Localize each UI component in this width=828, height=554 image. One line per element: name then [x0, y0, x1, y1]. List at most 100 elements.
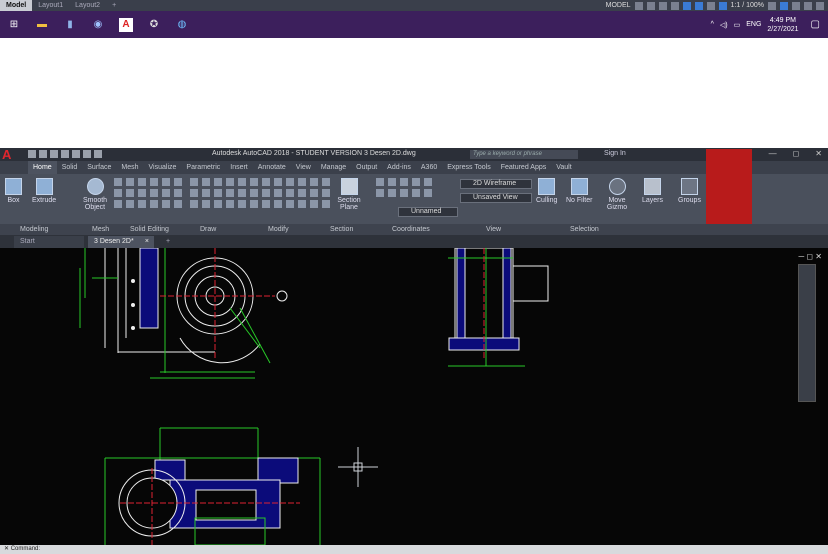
modify-tool-icon[interactable]: [298, 200, 306, 208]
tab-a360[interactable]: A360: [416, 161, 442, 174]
isolate-icon[interactable]: [780, 1, 788, 10]
modify-tool-icon[interactable]: [274, 178, 282, 186]
mesh-tool-icon[interactable]: [162, 189, 170, 197]
ucs-tool-icon[interactable]: [388, 178, 396, 186]
mesh-tool-icon[interactable]: [162, 200, 170, 208]
mesh-tool-icon[interactable]: [126, 200, 134, 208]
draw-tool-icon[interactable]: [190, 178, 198, 186]
tab-add-ins[interactable]: Add-ins: [382, 161, 416, 174]
autocad-logo[interactable]: A: [2, 148, 24, 162]
panel-label-coordinates[interactable]: Coordinates: [392, 224, 430, 235]
clean-screen-icon[interactable]: [804, 1, 812, 10]
add-tab-button[interactable]: +: [160, 236, 176, 248]
drawing-tab-3-desen-2d[interactable]: 3 Desen 2D* ×: [88, 236, 154, 248]
draw-tool-icon[interactable]: [238, 189, 246, 197]
restore-button[interactable]: ◻: [793, 149, 800, 158]
language-indicator[interactable]: ENG: [746, 21, 761, 28]
redo-icon[interactable]: [94, 150, 102, 158]
tab-home[interactable]: Home: [28, 161, 57, 174]
search-input[interactable]: Type a keyword or phrase: [470, 150, 578, 159]
layers-button[interactable]: Layers: [642, 178, 663, 204]
save-icon[interactable]: [50, 150, 58, 158]
grid-icon[interactable]: [634, 1, 643, 10]
browser-icon[interactable]: ◉: [91, 18, 105, 32]
ucs-tool-icon[interactable]: [412, 189, 420, 197]
draw-tool-icon[interactable]: [250, 189, 258, 197]
annotation-scale[interactable]: 1:1 / 100%: [731, 2, 764, 9]
mesh-tool-icon[interactable]: [138, 189, 146, 197]
tab-featured-apps[interactable]: Featured Apps: [496, 161, 552, 174]
autocad-icon[interactable]: A: [119, 17, 133, 32]
draw-tool-icon[interactable]: [226, 200, 234, 208]
lineweight-icon[interactable]: [706, 1, 715, 10]
modify-tool-icon[interactable]: [286, 178, 294, 186]
notepad-icon[interactable]: ▮: [63, 18, 77, 32]
section-plane-button[interactable]: Section Plane: [336, 178, 362, 211]
draw-tool-icon[interactable]: [214, 178, 222, 186]
draw-tool-icon[interactable]: [202, 178, 210, 186]
ucs-tool-icon[interactable]: [388, 189, 396, 197]
modify-tool-icon[interactable]: [322, 189, 330, 197]
layout-tab-model[interactable]: Model: [0, 0, 33, 11]
mesh-tool-icon[interactable]: [174, 178, 182, 186]
close-button[interactable]: ✕: [815, 149, 822, 158]
box-button[interactable]: Box: [5, 178, 22, 204]
snap-icon[interactable]: [646, 1, 655, 10]
add-layout-button[interactable]: +: [106, 0, 122, 11]
start-tab[interactable]: Start: [14, 236, 84, 248]
draw-tool-icon[interactable]: [214, 189, 222, 197]
extrude-button[interactable]: Extrude: [32, 178, 56, 204]
ucs-tool-icon[interactable]: [424, 178, 432, 186]
tab-surface[interactable]: Surface: [82, 161, 116, 174]
mesh-tool-icon[interactable]: [114, 178, 122, 186]
panel-label-modeling[interactable]: Modeling: [20, 224, 48, 235]
annotation-icon[interactable]: [718, 1, 727, 10]
modify-tool-icon[interactable]: [310, 189, 318, 197]
model-space-label[interactable]: MODEL: [606, 2, 631, 9]
tab-parametric[interactable]: Parametric: [181, 161, 225, 174]
modify-tool-icon[interactable]: [262, 200, 270, 208]
osnap-icon[interactable]: [682, 1, 691, 10]
mesh-tool-icon[interactable]: [174, 200, 182, 208]
tab-express-tools[interactable]: Express Tools: [442, 161, 495, 174]
windows-start-icon[interactable]: ⊞: [7, 18, 21, 32]
panel-label-solid-editing[interactable]: Solid Editing: [130, 224, 169, 235]
minimize-button[interactable]: —: [769, 149, 777, 158]
groups-button[interactable]: Groups: [678, 178, 701, 204]
modify-tool-icon[interactable]: [262, 189, 270, 197]
close-tab-icon[interactable]: ×: [145, 236, 149, 248]
tab-view[interactable]: View: [291, 161, 316, 174]
close-icon[interactable]: ✕: [4, 546, 9, 552]
mesh-tool-icon[interactable]: [126, 189, 134, 197]
draw-tool-icon[interactable]: [226, 189, 234, 197]
modify-tool-icon[interactable]: [322, 200, 330, 208]
customization-icon[interactable]: [816, 1, 824, 10]
modify-tool-icon[interactable]: [310, 178, 318, 186]
drawing-canvas[interactable]: ─ ◻ ✕: [0, 248, 828, 545]
clock[interactable]: 4:49 PM 2/27/2021: [767, 16, 798, 34]
modify-tool-icon[interactable]: [298, 189, 306, 197]
panel-label-selection[interactable]: Selection: [570, 224, 599, 235]
modify-tool-icon[interactable]: [262, 178, 270, 186]
tab-annotate[interactable]: Annotate: [253, 161, 291, 174]
tab-vault[interactable]: Vault: [551, 161, 576, 174]
notifications-icon[interactable]: ▢: [811, 19, 820, 30]
tab-output[interactable]: Output: [351, 161, 382, 174]
panel-label-mesh[interactable]: Mesh: [92, 224, 109, 235]
mesh-tool-icon[interactable]: [150, 178, 158, 186]
smooth-object-button[interactable]: Smooth Object: [82, 178, 108, 211]
tab-visualize[interactable]: Visualize: [144, 161, 182, 174]
hardware-icon[interactable]: [792, 1, 800, 10]
ortho-icon[interactable]: [658, 1, 667, 10]
draw-tool-icon[interactable]: [226, 178, 234, 186]
ucs-tool-icon[interactable]: [400, 189, 408, 197]
modify-tool-icon[interactable]: [322, 178, 330, 186]
panel-label-section[interactable]: Section: [330, 224, 353, 235]
tab-solid[interactable]: Solid: [57, 161, 83, 174]
modify-tool-icon[interactable]: [298, 178, 306, 186]
ucs-tool-icon[interactable]: [376, 178, 384, 186]
ucs-tool-icon[interactable]: [424, 189, 432, 197]
mesh-tool-icon[interactable]: [150, 189, 158, 197]
draw-tool-icon[interactable]: [250, 200, 258, 208]
draw-tool-icon[interactable]: [214, 200, 222, 208]
